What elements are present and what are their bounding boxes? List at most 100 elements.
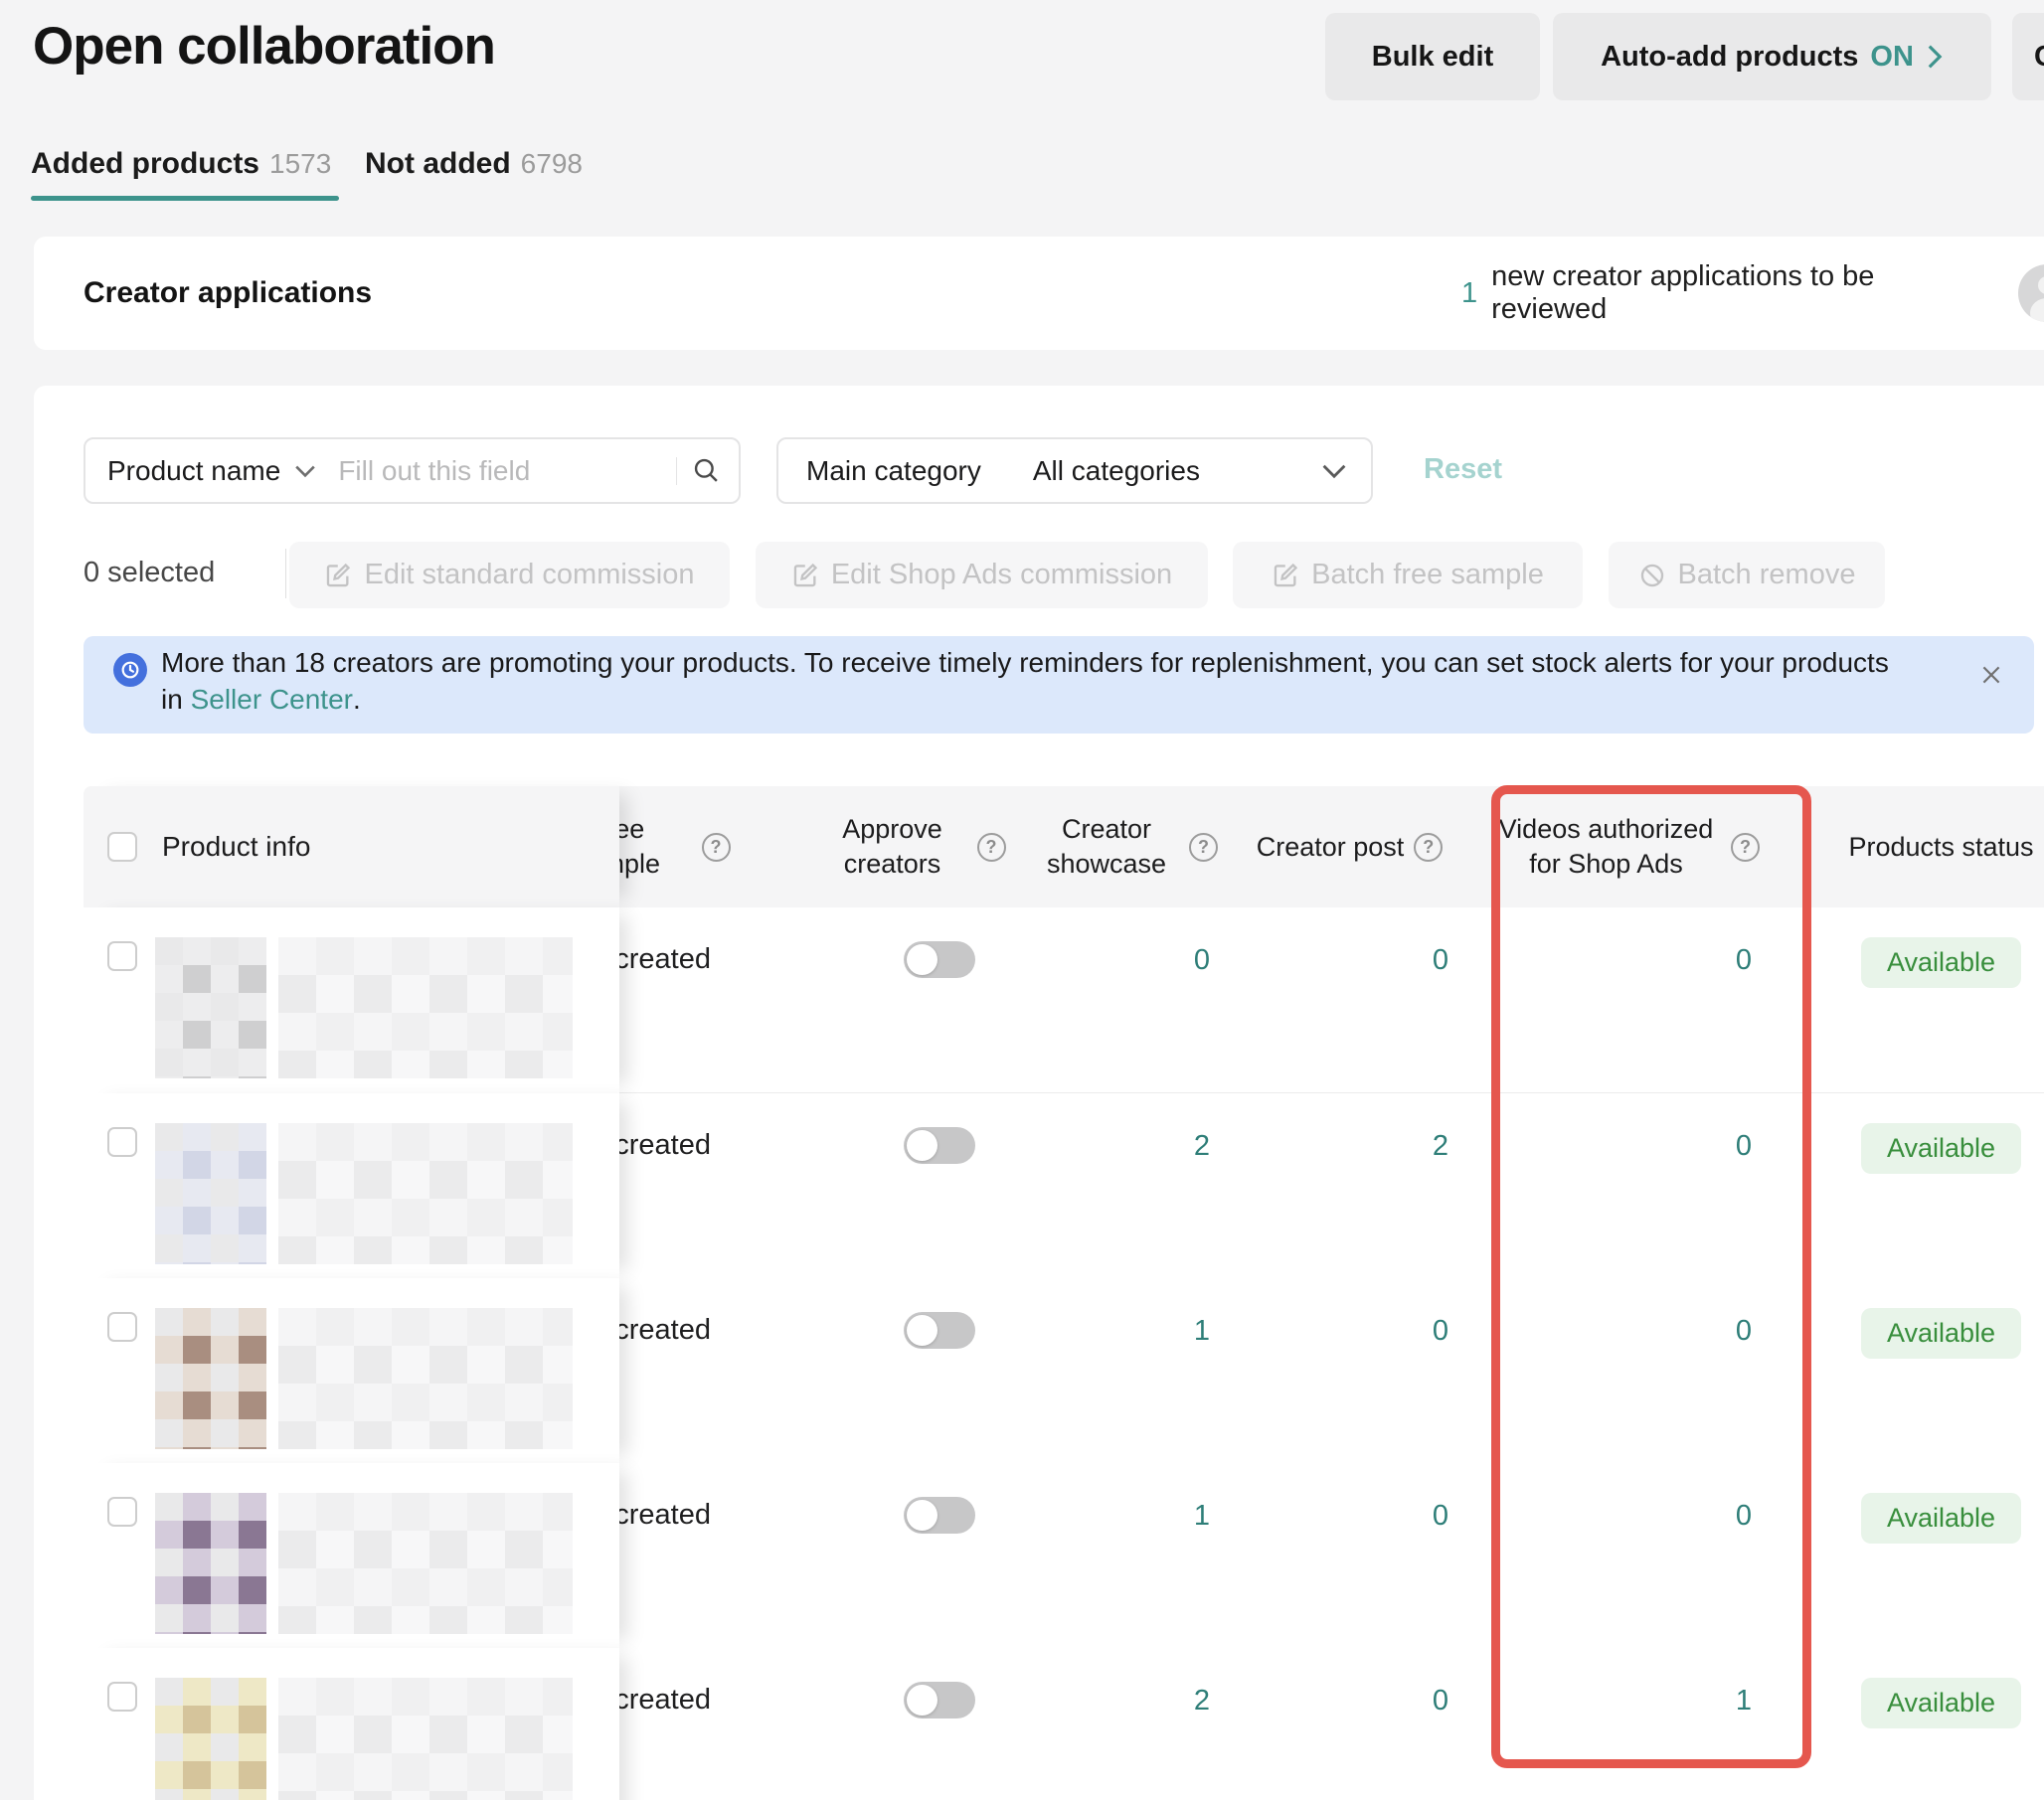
column-label: Creator showcase <box>1034 812 1179 882</box>
table-row: Not created 2 0 1 Available <box>84 1648 2044 1800</box>
creator-showcase-value[interactable]: 1 <box>1034 1463 1218 1649</box>
creator-showcase-value[interactable]: 0 <box>1034 907 1218 1093</box>
creator-showcase-value[interactable]: 1 <box>1034 1278 1218 1464</box>
approve-creators-toggle[interactable] <box>904 1497 975 1534</box>
edit-standard-commission-button[interactable]: Edit standard commission <box>289 542 730 608</box>
product-text-blurred <box>278 1678 573 1800</box>
status-badge: Available <box>1861 1308 2021 1359</box>
batch-free-sample-button[interactable]: Batch free sample <box>1233 542 1583 608</box>
select-all-checkbox[interactable] <box>107 832 137 862</box>
creator-post-value[interactable]: 0 <box>1243 1463 1456 1649</box>
row-checkbox[interactable] <box>107 1497 137 1527</box>
tab-added-products[interactable]: Added products 1573 <box>31 147 331 181</box>
divider <box>285 549 286 598</box>
videos-authorized-value[interactable]: 0 <box>1491 907 1760 1093</box>
help-icon[interactable]: ? <box>1731 833 1760 862</box>
product-image-blurred <box>155 1493 266 1634</box>
tab-label: Added products <box>31 147 259 181</box>
product-search-box[interactable]: Product name Fill out this field <box>84 437 741 504</box>
banner-text-before: More than 18 creators are promoting your… <box>161 647 1889 715</box>
creator-post-value[interactable]: 0 <box>1243 1278 1456 1464</box>
search-input[interactable]: Fill out this field <box>338 455 676 487</box>
row-checkbox[interactable] <box>107 1682 137 1712</box>
edit-icon <box>324 562 352 589</box>
product-info-cell <box>84 907 619 1093</box>
approve-creators-toggle[interactable] <box>904 1312 975 1349</box>
videos-authorized-value[interactable]: 0 <box>1491 1463 1760 1649</box>
new-applications-message: new creator applications to be reviewed <box>1491 260 1996 326</box>
product-info-cell <box>84 1093 619 1279</box>
category-label: Main category <box>806 455 981 487</box>
auto-add-label: Auto-add products <box>1601 41 1858 74</box>
creator-post-value[interactable]: 0 <box>1243 907 1456 1093</box>
help-icon[interactable]: ? <box>977 833 1006 862</box>
creator-post-value[interactable]: 0 <box>1243 1648 1456 1800</box>
column-label: Approve creators <box>818 812 967 882</box>
table-row: Not created 1 0 0 Available <box>84 1278 2044 1464</box>
toggle-knob <box>907 944 937 975</box>
videos-authorized-value[interactable]: 1 <box>1491 1648 1760 1800</box>
product-text-blurred <box>278 1308 573 1449</box>
creator-avatar <box>2018 264 2044 322</box>
products-status-cell: Available <box>1834 1278 2044 1464</box>
banner-message: More than 18 creators are promoting your… <box>161 644 1911 718</box>
open-collaboration-page: Open collaboration Bulk edit Auto-add pr… <box>0 0 2044 1800</box>
prohibit-icon <box>1638 562 1666 589</box>
product-image-blurred <box>155 1123 266 1264</box>
creator-applications-title: Creator applications <box>84 237 372 350</box>
chevron-right-icon <box>1926 44 1944 70</box>
toggle-knob <box>907 1685 937 1716</box>
approve-creators-toggle[interactable] <box>904 1127 975 1164</box>
column-header-products-status: Products status <box>1834 786 2044 907</box>
column-label: Videos authorized for Shop Ads <box>1491 812 1721 882</box>
edit-shop-ads-commission-button[interactable]: Edit Shop Ads commission <box>756 542 1208 608</box>
help-icon[interactable]: ? <box>1414 833 1443 862</box>
selected-count-text: 0 selected <box>84 557 215 589</box>
search-icon[interactable] <box>691 455 723 487</box>
row-checkbox[interactable] <box>107 941 137 971</box>
help-icon[interactable]: ? <box>1189 833 1218 862</box>
column-label: Products status <box>1848 830 2033 865</box>
videos-authorized-value[interactable]: 0 <box>1491 1093 1760 1279</box>
button-label: Edit Shop Ads commission <box>831 559 1172 591</box>
table-header: Free sample ? Approve creators ? Creator… <box>84 786 2044 907</box>
active-tab-underline <box>31 196 339 201</box>
status-badge: Available <box>1861 1678 2021 1728</box>
column-header-creator-showcase: Creator showcase ? <box>1034 786 1218 907</box>
batch-remove-button[interactable]: Batch remove <box>1609 542 1885 608</box>
products-status-cell: Available <box>1834 1648 2044 1800</box>
column-label: Product info <box>162 831 310 863</box>
videos-authorized-value[interactable]: 0 <box>1491 1278 1760 1464</box>
column-header-videos-authorized: Videos authorized for Shop Ads ? <box>1491 786 1760 907</box>
products-status-cell: Available <box>1834 1093 2044 1279</box>
banner-text-after: . <box>353 684 361 715</box>
auto-add-products-button[interactable]: Auto-add products ON <box>1553 13 1991 100</box>
approve-creators-toggle[interactable] <box>904 941 975 978</box>
creator-post-value[interactable]: 2 <box>1243 1093 1456 1279</box>
page-title: Open collaboration <box>33 16 495 77</box>
creator-applications-card: Creator applications 1 new creator appli… <box>34 237 2044 350</box>
close-icon[interactable] <box>1976 660 2006 690</box>
creator-applications-summary[interactable]: 1 new creator applications to be reviewe… <box>1461 237 2044 350</box>
help-icon[interactable]: ? <box>702 833 731 862</box>
creator-showcase-value[interactable]: 2 <box>1034 1093 1218 1279</box>
product-info-cell <box>84 1648 619 1800</box>
chevron-down-icon <box>294 464 316 478</box>
seller-center-link[interactable]: Seller Center <box>191 684 353 715</box>
bulk-edit-button[interactable]: Bulk edit <box>1325 13 1540 100</box>
tab-not-added[interactable]: Not added 6798 <box>365 147 583 181</box>
search-field-selector[interactable]: Product name <box>107 455 280 487</box>
reset-filters-link[interactable]: Reset <box>1424 453 1502 486</box>
main-category-select[interactable]: Main category All categories <box>776 437 1373 504</box>
partial-cutoff-button[interactable]: C <box>2012 13 2044 100</box>
approve-creators-toggle[interactable] <box>904 1682 975 1718</box>
row-checkbox[interactable] <box>107 1127 137 1157</box>
status-badge: Available <box>1861 1123 2021 1174</box>
row-checkbox[interactable] <box>107 1312 137 1342</box>
tab-label: Not added <box>365 147 511 181</box>
table-row: Not created 0 0 0 Available <box>84 907 2044 1093</box>
frozen-product-info-header: Product info <box>84 786 619 907</box>
creator-showcase-value[interactable]: 2 <box>1034 1648 1218 1800</box>
status-badge: Available <box>1861 1493 2021 1544</box>
products-status-cell: Available <box>1834 907 2044 1093</box>
